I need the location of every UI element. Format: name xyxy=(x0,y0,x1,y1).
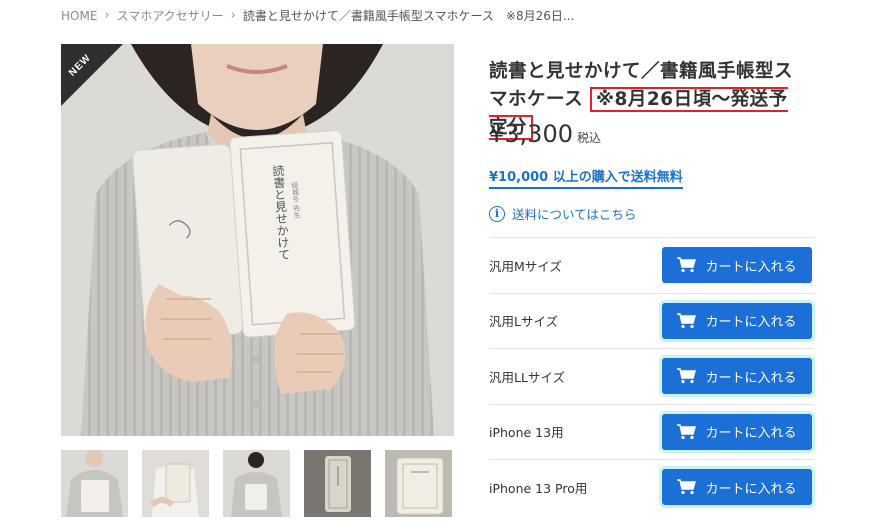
shipping-info-label: 送料についてはこちら xyxy=(512,207,637,222)
cart-icon xyxy=(677,313,697,328)
breadcrumb-category-link[interactable]: スマホアクセサリー xyxy=(117,7,224,24)
cart-icon xyxy=(677,257,697,273)
thumbnail-5[interactable] xyxy=(385,450,452,517)
add-to-cart-label: カートに入れる xyxy=(705,315,797,331)
breadcrumb: HOME › スマホアクセサリー › 読書と見せかけて／書籍風手帳型スマホケース… xyxy=(61,7,574,24)
variant-name: 汎用Mサイズ xyxy=(489,258,562,274)
thumbnail-4-image xyxy=(304,450,371,517)
variant-name: iPhone 13用 xyxy=(489,425,564,441)
price-value: ¥3,300 xyxy=(489,120,573,148)
breadcrumb-home-link[interactable]: HOME xyxy=(61,9,97,23)
add-to-cart-label: カートに入れる xyxy=(705,259,797,275)
variant-list: 汎用Mサイズ カートに入れる 汎用Lサイズ カートに入れる 汎用LLサイズ カー… xyxy=(489,237,814,515)
breadcrumb-current: 読書と見せかけて／書籍風手帳型スマホケース ※8月26日... xyxy=(242,9,575,23)
tax-label: 税込 xyxy=(576,131,601,145)
add-to-cart-button[interactable]: カートに入れる xyxy=(662,247,812,284)
price: ¥3,300 税込 xyxy=(489,120,601,148)
thumbnail-3[interactable] xyxy=(223,450,290,517)
variant-row: 汎用LLサイズ カートに入れる xyxy=(489,348,814,404)
add-to-cart-label: カートに入れる xyxy=(705,426,797,442)
info-icon: i xyxy=(489,205,505,222)
add-to-cart-label: カートに入れる xyxy=(705,370,797,386)
cart-icon xyxy=(677,368,697,384)
thumbnail-1[interactable] xyxy=(61,450,128,517)
breadcrumb-separator-icon: › xyxy=(104,8,110,23)
variant-name: 汎用LLサイズ xyxy=(489,369,566,385)
thumbnail-4[interactable] xyxy=(304,450,371,517)
thumbnail-gallery xyxy=(61,450,452,517)
cart-icon xyxy=(677,479,697,495)
variant-row: 汎用Lサイズ カートに入れる xyxy=(489,292,814,349)
shipping-info-link[interactable]: i 送料についてはこちら xyxy=(489,204,636,223)
thumbnail-5-image xyxy=(385,450,452,517)
add-to-cart-button[interactable]: カートに入れる xyxy=(662,302,812,339)
product-main-image[interactable]: 読書と見せかけて 結城冬 先生 NEW xyxy=(61,44,454,436)
variant-row: 汎用Mサイズ カートに入れる xyxy=(489,237,814,293)
cart-icon xyxy=(677,424,697,439)
variant-row: iPhone 13用 カートに入れる xyxy=(489,403,814,460)
thumbnail-2-image xyxy=(142,450,209,517)
add-to-cart-button[interactable]: カートに入れる xyxy=(662,358,812,395)
variant-name: iPhone 13 Pro用 xyxy=(489,480,588,496)
add-to-cart-label: カートに入れる xyxy=(705,481,797,497)
variant-row: iPhone 13 Pro用 カートに入れる xyxy=(489,459,814,515)
breadcrumb-separator-icon: › xyxy=(230,8,236,23)
thumbnail-1-image xyxy=(61,450,128,517)
add-to-cart-button[interactable]: カートに入れる xyxy=(662,469,812,506)
variant-name: 汎用Lサイズ xyxy=(489,314,559,330)
free-shipping-note: ¥10,000 以上の購入で送料無料 xyxy=(489,166,683,189)
add-to-cart-button[interactable]: カートに入れる xyxy=(662,413,812,450)
thumbnail-2[interactable] xyxy=(142,450,209,517)
thumbnail-3-image xyxy=(223,450,290,517)
